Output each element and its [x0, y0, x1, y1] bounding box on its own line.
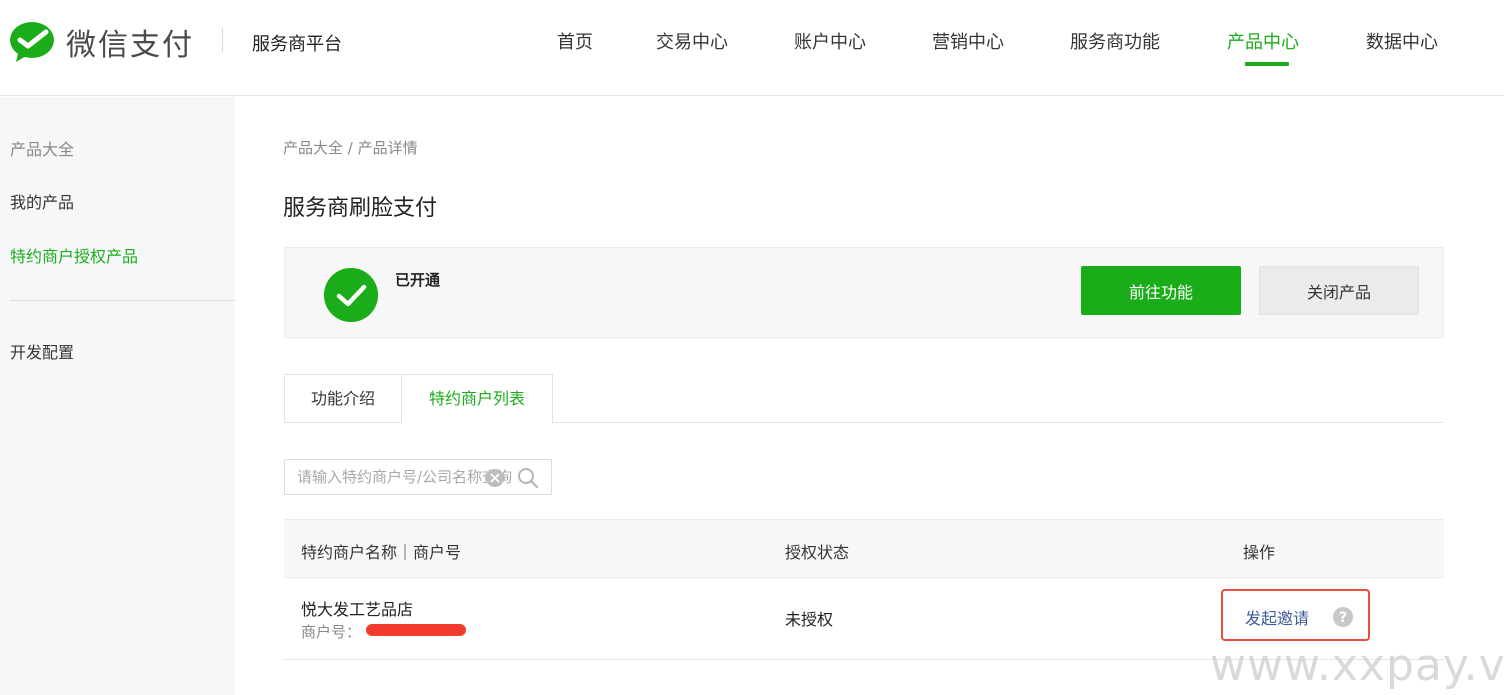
nav-marketing[interactable]: 营销中心: [932, 28, 1004, 54]
nav-active-indicator: [1245, 62, 1289, 66]
clear-icon[interactable]: [485, 468, 505, 488]
status-text: 已开通: [395, 271, 441, 289]
nav-transactions[interactable]: 交易中心: [656, 28, 728, 54]
column-actions: 操作: [1243, 543, 1276, 562]
table-header: 特约商户名称｜商户号 授权状态 操作: [284, 519, 1444, 578]
help-icon[interactable]: ?: [1333, 607, 1353, 627]
search-input[interactable]: [297, 460, 517, 494]
merchant-table: 特约商户名称｜商户号 授权状态 操作 悦大发工艺品店 商户号： 未授权 发起邀请…: [284, 519, 1444, 660]
sidebar-divider: [10, 300, 235, 301]
brand-name: 微信支付: [66, 28, 194, 63]
svg-text:?: ?: [1339, 610, 1347, 626]
search-icon[interactable]: [517, 467, 539, 489]
redaction-mark: [366, 624, 466, 636]
product-status-card: 已开通 前往功能 关闭产品: [284, 247, 1444, 338]
merchant-name: 悦大发工艺品店: [301, 600, 414, 619]
nav-products[interactable]: 产品中心: [1227, 28, 1299, 54]
merchant-id-label: 商户号：: [301, 623, 362, 641]
header-divider: [222, 28, 223, 52]
tab-feature-intro[interactable]: 功能介绍: [284, 374, 402, 423]
sidebar-item-sub-merchant-products[interactable]: 特约商户授权产品: [10, 243, 138, 267]
merchant-search: [284, 459, 552, 495]
wechat-pay-logo[interactable]: 微信支付: [8, 20, 194, 64]
action-highlight: 发起邀请 ?: [1221, 589, 1370, 641]
column-merchant: 特约商户名称｜商户号: [301, 543, 462, 562]
column-auth-status: 授权状态: [785, 543, 850, 562]
sidebar-item-all-products[interactable]: 产品大全: [10, 136, 74, 160]
platform-name: 服务商平台: [252, 34, 342, 55]
sidebar-item-dev-config[interactable]: 开发配置: [10, 339, 74, 363]
nav-service-provider[interactable]: 服务商功能: [1070, 28, 1160, 54]
check-circle-icon: [324, 268, 378, 322]
tab-bar: 功能介绍 特约商户列表: [284, 374, 1444, 424]
sidebar: 产品大全 我的产品 特约商户授权产品 开发配置: [0, 97, 235, 695]
go-to-feature-button[interactable]: 前往功能: [1081, 266, 1241, 315]
wechat-pay-logo-icon: [10, 22, 54, 62]
close-product-button[interactable]: 关闭产品: [1259, 266, 1419, 315]
auth-status: 未授权: [785, 610, 834, 629]
nav-home[interactable]: 首页: [557, 28, 593, 54]
nav-data[interactable]: 数据中心: [1366, 28, 1438, 54]
nav-account[interactable]: 账户中心: [794, 28, 866, 54]
watermark: www.xxpay.vip: [1210, 640, 1504, 691]
tab-sub-merchant-list[interactable]: 特约商户列表: [401, 374, 553, 424]
send-invite-link[interactable]: 发起邀请: [1245, 605, 1309, 629]
page-title: 服务商刷脸支付: [283, 196, 438, 221]
sidebar-item-my-products[interactable]: 我的产品: [10, 189, 74, 213]
breadcrumb[interactable]: 产品大全 / 产品详情: [283, 137, 418, 158]
top-header: 微信支付 服务商平台 首页 交易中心 账户中心 营销中心 服务商功能 产品中心 …: [0, 0, 1504, 96]
